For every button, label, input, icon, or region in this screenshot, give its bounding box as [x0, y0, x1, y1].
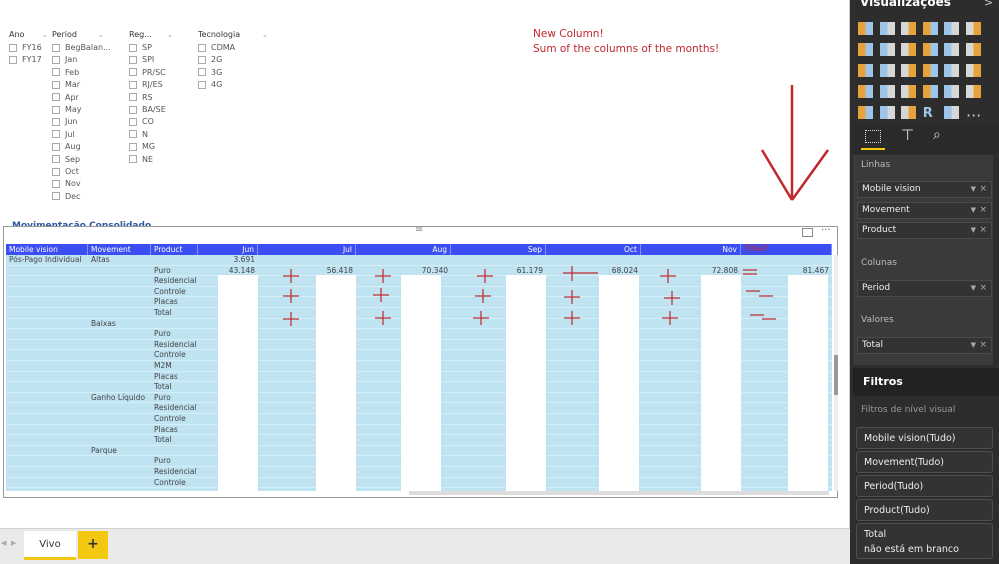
field-name: Period — [862, 283, 891, 293]
fields-tab-icon[interactable] — [865, 130, 881, 143]
collapse-panel-icon[interactable]: > — [984, 0, 993, 9]
field-well-item[interactable]: Period ▼ × — [857, 280, 992, 297]
shape-map-icon[interactable] — [858, 85, 873, 98]
format-paint-roller-icon[interactable]: ⊤ — [901, 126, 914, 144]
clustered-bar-icon[interactable] — [901, 22, 917, 35]
area-icon[interactable] — [879, 43, 895, 56]
filter-card[interactable]: Product(Tudo) — [856, 499, 993, 521]
filter-total-name: Total — [864, 529, 887, 540]
stacked-area-icon[interactable] — [901, 43, 917, 56]
multi-row-card-icon[interactable] — [944, 85, 960, 98]
filters-header: Filtros — [853, 368, 999, 396]
100-column-icon[interactable] — [966, 22, 981, 35]
rows-label: Linhas — [861, 160, 891, 170]
treemap-icon[interactable] — [922, 64, 938, 77]
scatter-icon[interactable] — [858, 64, 873, 77]
chevron-down-icon[interactable]: ▼ — [971, 223, 976, 238]
gauge-icon[interactable] — [901, 85, 917, 98]
matrix-icon[interactable] — [901, 106, 917, 119]
slicer-icon[interactable] — [858, 106, 873, 119]
field-well-item[interactable]: Product ▼ × — [857, 222, 992, 239]
visual-filters-label: Filtros de nível visual — [861, 405, 956, 415]
pie-icon[interactable] — [879, 64, 895, 77]
globe-icon[interactable] — [944, 106, 960, 119]
page-tab-vivo[interactable]: Vivo — [24, 531, 76, 560]
values-label: Valores — [861, 315, 894, 325]
donut-icon[interactable] — [901, 64, 917, 77]
remove-field-icon[interactable]: × — [979, 281, 987, 296]
ribbon-icon[interactable] — [966, 43, 981, 56]
funnel-icon[interactable] — [879, 85, 895, 98]
filter-card[interactable]: Period(Tudo) — [856, 475, 993, 497]
kpi-icon[interactable] — [966, 85, 981, 98]
filter-total[interactable]: Total não está em branco — [856, 523, 993, 559]
field-name: Product — [862, 225, 897, 235]
active-tab-indicator — [861, 148, 885, 150]
stacked-column-icon[interactable] — [879, 22, 895, 35]
panel-tabs: ⊤ ⌕ — [853, 124, 999, 154]
red-annotation-marks — [283, 85, 830, 326]
red-mark — [760, 149, 794, 201]
stacked-bar-icon[interactable] — [858, 22, 873, 35]
columns-label: Colunas — [861, 258, 897, 268]
field-well-item[interactable]: Movement ▼ × — [857, 202, 992, 219]
more-icon[interactable]: ··· — [966, 106, 981, 125]
chevron-down-icon[interactable]: ▼ — [971, 338, 976, 353]
map-icon[interactable] — [944, 64, 960, 77]
line-icon[interactable] — [858, 43, 873, 56]
chevron-down-icon[interactable]: ▼ — [971, 203, 976, 218]
clustered-column-icon[interactable] — [922, 22, 938, 35]
field-name: Total — [862, 340, 884, 350]
100-bar-icon[interactable] — [944, 22, 960, 35]
field-well-item[interactable]: Mobile vision ▼ × — [857, 181, 992, 198]
remove-field-icon[interactable]: × — [979, 203, 987, 218]
filter-total-condition: não está em branco — [864, 544, 959, 555]
chevron-down-icon[interactable]: ▼ — [971, 281, 976, 296]
analytics-magnifier-icon[interactable]: ⌕ — [933, 127, 941, 143]
page-tab-bar: ◀ ▶ Vivo + — [0, 528, 850, 564]
filters-title: Filtros — [863, 375, 903, 388]
red-mark — [790, 149, 830, 201]
remove-field-icon[interactable]: × — [979, 182, 987, 197]
remove-field-icon[interactable]: × — [979, 338, 987, 353]
field-well-item[interactable]: Total ▼ × — [857, 337, 992, 354]
visualizations-title: Visualizações — [860, 0, 951, 9]
card-icon[interactable] — [922, 85, 938, 98]
line-column-icon[interactable] — [922, 43, 938, 56]
filter-card[interactable]: Movement(Tudo) — [856, 451, 993, 473]
scroll-left-icon[interactable]: ◀ — [1, 539, 6, 547]
field-name: Mobile vision — [862, 184, 921, 194]
add-page-button[interactable]: + — [78, 531, 108, 559]
chevron-down-icon[interactable]: ▼ — [971, 182, 976, 197]
filter-card[interactable]: Mobile vision(Tudo) — [856, 427, 993, 449]
r-visual-icon[interactable]: R — [923, 106, 938, 121]
remove-field-icon[interactable]: × — [979, 223, 987, 238]
scroll-right-icon[interactable]: ▶ — [11, 539, 16, 547]
field-name: Movement — [862, 205, 910, 215]
table-icon[interactable] — [879, 106, 895, 119]
filled-map-icon[interactable] — [966, 64, 981, 77]
line-clustered-icon[interactable] — [944, 43, 960, 56]
